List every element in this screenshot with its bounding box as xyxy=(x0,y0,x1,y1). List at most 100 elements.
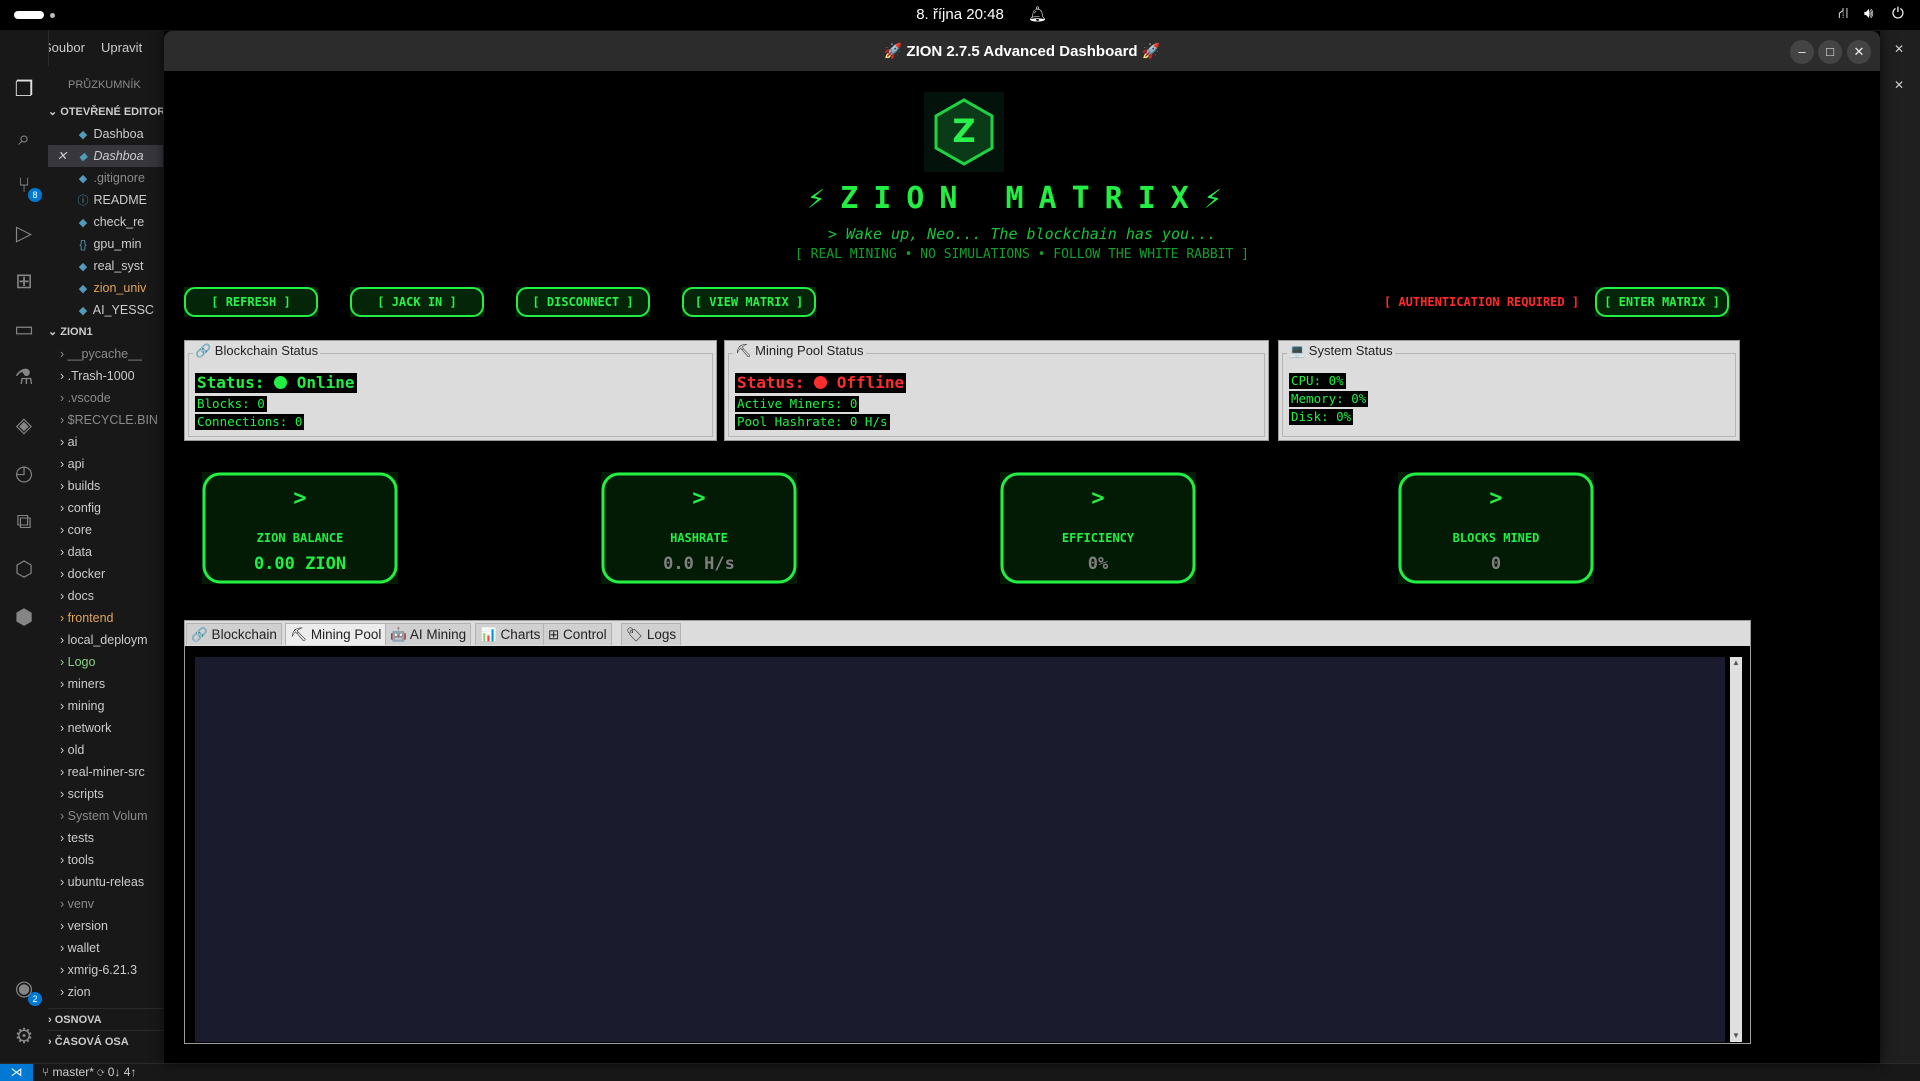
close-button[interactable]: ✕ xyxy=(1847,40,1871,64)
folder-item[interactable]: › frontend xyxy=(60,607,163,629)
chevron-right-icon: › xyxy=(60,809,68,823)
git-graph-icon[interactable]: ◴ xyxy=(10,460,38,488)
remote-explorer-icon[interactable]: ▭ xyxy=(10,316,38,344)
folder-item[interactable]: › .vscode xyxy=(60,387,163,409)
enter-matrix-button[interactable]: [ ENTER MATRIX ] xyxy=(1595,287,1729,317)
open-editor-item[interactable]: ⓘ README xyxy=(76,189,163,211)
settings-gear-icon[interactable]: ⚙ xyxy=(10,1023,38,1051)
containers-icon[interactable]: ⧉ xyxy=(10,508,38,536)
open-editor-item[interactable]: ◆ zion_univ xyxy=(76,277,163,299)
offline-dot-icon xyxy=(814,376,828,389)
folder-item[interactable]: › scripts xyxy=(60,783,163,805)
power-icon[interactable]: ⏻ xyxy=(1892,5,1904,22)
explorer-icon[interactable]: ❐ xyxy=(10,76,38,104)
folder-item[interactable]: › api xyxy=(60,453,163,475)
folder-item[interactable]: › Logo xyxy=(60,651,163,673)
close-icon[interactable]: ✕ xyxy=(48,145,76,167)
folder-item[interactable]: › wallet xyxy=(60,937,163,959)
testing-icon[interactable]: ⚗ xyxy=(10,364,38,392)
extensions-icon[interactable]: ⊞ xyxy=(10,268,38,296)
open-editor-item[interactable]: ◆ check_re xyxy=(76,211,163,233)
tab-logs[interactable]: 🏷 Logs xyxy=(621,623,682,645)
folder-item[interactable]: › core xyxy=(60,519,163,541)
minimize-button[interactable]: – xyxy=(1790,40,1814,64)
folder-item[interactable]: › tools xyxy=(60,849,163,871)
folder-item[interactable]: › old xyxy=(60,739,163,761)
folder-item[interactable]: › ai xyxy=(60,431,163,453)
prompt-arrow-icon: > xyxy=(1091,486,1105,511)
menu-edit[interactable]: Upravit xyxy=(101,40,142,55)
open-editor-item[interactable]: ◆ AI_YESSC xyxy=(76,299,163,321)
folder-label: api xyxy=(67,457,85,471)
folder-item[interactable]: › ubuntu-releas xyxy=(60,871,163,893)
folder-item[interactable]: › builds xyxy=(60,475,163,497)
folder-item[interactable]: › venv xyxy=(60,893,163,915)
system-clock[interactable]: 8. října 20:48 xyxy=(0,6,1920,23)
folder-item[interactable]: › config xyxy=(60,497,163,519)
efficiency-card: > EFFICIENCY 0% xyxy=(1000,472,1196,584)
folder-item[interactable]: › xmrig-6.21.3 xyxy=(60,959,163,981)
panel-title: 🔗 Blockchain Status xyxy=(193,343,321,359)
tab-mining-pool[interactable]: ⛏ Mining Pool xyxy=(285,623,387,645)
folder-label: xmrig-6.21.3 xyxy=(67,963,138,977)
workspace-header[interactable]: ⌄ ZION1 xyxy=(48,321,163,343)
tab-control[interactable]: ⊞ Control xyxy=(543,623,612,645)
package-icon[interactable]: ⬢ xyxy=(10,604,38,632)
network-icon[interactable]: ⛙ xyxy=(1838,5,1849,24)
window-titlebar[interactable]: 🚀 ZION 2.7.5 Advanced Dashboard 🚀 – □ ✕ xyxy=(164,31,1880,71)
open-editor-item[interactable]: ◆ real_syst xyxy=(76,255,163,277)
docker-icon[interactable]: ⬡ xyxy=(10,556,38,584)
folder-item[interactable]: › .Trash-1000 xyxy=(60,365,163,387)
chevron-right-icon: › xyxy=(60,897,68,911)
refresh-button[interactable]: [ REFRESH ] xyxy=(184,287,318,317)
open-editor-item[interactable]: {} gpu_min xyxy=(76,233,163,255)
maximize-button[interactable]: □ xyxy=(1818,40,1842,64)
folder-item[interactable]: › docs xyxy=(60,585,163,607)
tab-charts[interactable]: 📊 Charts xyxy=(475,623,546,645)
scroll-down-icon[interactable]: ▼ xyxy=(1731,1031,1741,1041)
menu-file[interactable]: Soubor xyxy=(43,40,85,55)
folder-item[interactable]: › real-miner-src xyxy=(60,761,163,783)
open-editor-item[interactable]: ◆ Dashboa xyxy=(76,123,163,145)
vertical-scrollbar[interactable]: ▲ ▼ xyxy=(1730,657,1742,1042)
scroll-up-icon[interactable]: ▲ xyxy=(1731,658,1741,668)
run-debug-icon[interactable]: ▷ xyxy=(10,220,38,248)
folder-item[interactable]: › tests xyxy=(60,827,163,849)
outline-header[interactable]: › OSNOVA xyxy=(48,1008,163,1031)
volume-icon[interactable]: 🔊︎ xyxy=(1864,5,1873,22)
chevron-right-icon: › xyxy=(60,501,68,515)
notification-bell-icon[interactable]: 🔔︎ xyxy=(1028,5,1047,23)
disconnect-button[interactable]: [ DISCONNECT ] xyxy=(516,287,650,317)
zion-balance-card: > ZION BALANCE 0.00 ZION xyxy=(202,472,398,584)
folder-item[interactable]: › miners xyxy=(60,673,163,695)
folder-item[interactable]: › data xyxy=(60,541,163,563)
folder-item[interactable]: › __pycache__ xyxy=(60,343,163,365)
folder-item[interactable]: › network xyxy=(60,717,163,739)
git-branch-status[interactable]: ⑂ master* ⟳ 0↓ 4↑ xyxy=(42,1065,136,1079)
tab-content-area[interactable] xyxy=(195,657,1725,1042)
open-editor-item[interactable]: ◆ .gitignore xyxy=(76,167,163,189)
folder-item[interactable]: › version xyxy=(60,915,163,937)
folder-item[interactable]: › docker xyxy=(60,563,163,585)
accounts-badge: 2 xyxy=(28,992,42,1006)
folder-item[interactable]: › local_deploym xyxy=(60,629,163,651)
card-value: 0 xyxy=(1490,554,1502,574)
folder-item[interactable]: › mining xyxy=(60,695,163,717)
folder-item[interactable]: › $RECYCLE.BIN xyxy=(60,409,163,431)
close-icon[interactable]: ✕ xyxy=(1894,78,1904,92)
close-icon[interactable]: ✕ xyxy=(1894,42,1904,56)
search-icon[interactable]: ⌕ xyxy=(10,125,38,153)
view-matrix-button[interactable]: [ VIEW MATRIX ] xyxy=(682,287,816,317)
folder-label: core xyxy=(67,523,92,537)
remote-indicator-icon[interactable]: ⋊ xyxy=(0,1064,33,1081)
python-file-icon: ◆ xyxy=(78,217,88,229)
open-editors-header[interactable]: ⌄ OTEVŘENÉ EDITORY xyxy=(48,101,163,123)
timeline-header[interactable]: › ČASOVÁ OSA xyxy=(48,1030,163,1053)
tab-ai-mining[interactable]: 🤖 AI Mining xyxy=(385,623,472,645)
jack-in-button[interactable]: [ JACK IN ] xyxy=(350,287,484,317)
gitlens-icon[interactable]: ◈ xyxy=(10,412,38,440)
folder-item[interactable]: › System Volum xyxy=(60,805,163,827)
open-editor-item-active[interactable]: ✕ ◆ Dashboa xyxy=(48,145,163,167)
folder-item[interactable]: › zion xyxy=(60,981,163,1003)
tab-blockchain[interactable]: 🔗 Blockchain xyxy=(186,623,282,645)
